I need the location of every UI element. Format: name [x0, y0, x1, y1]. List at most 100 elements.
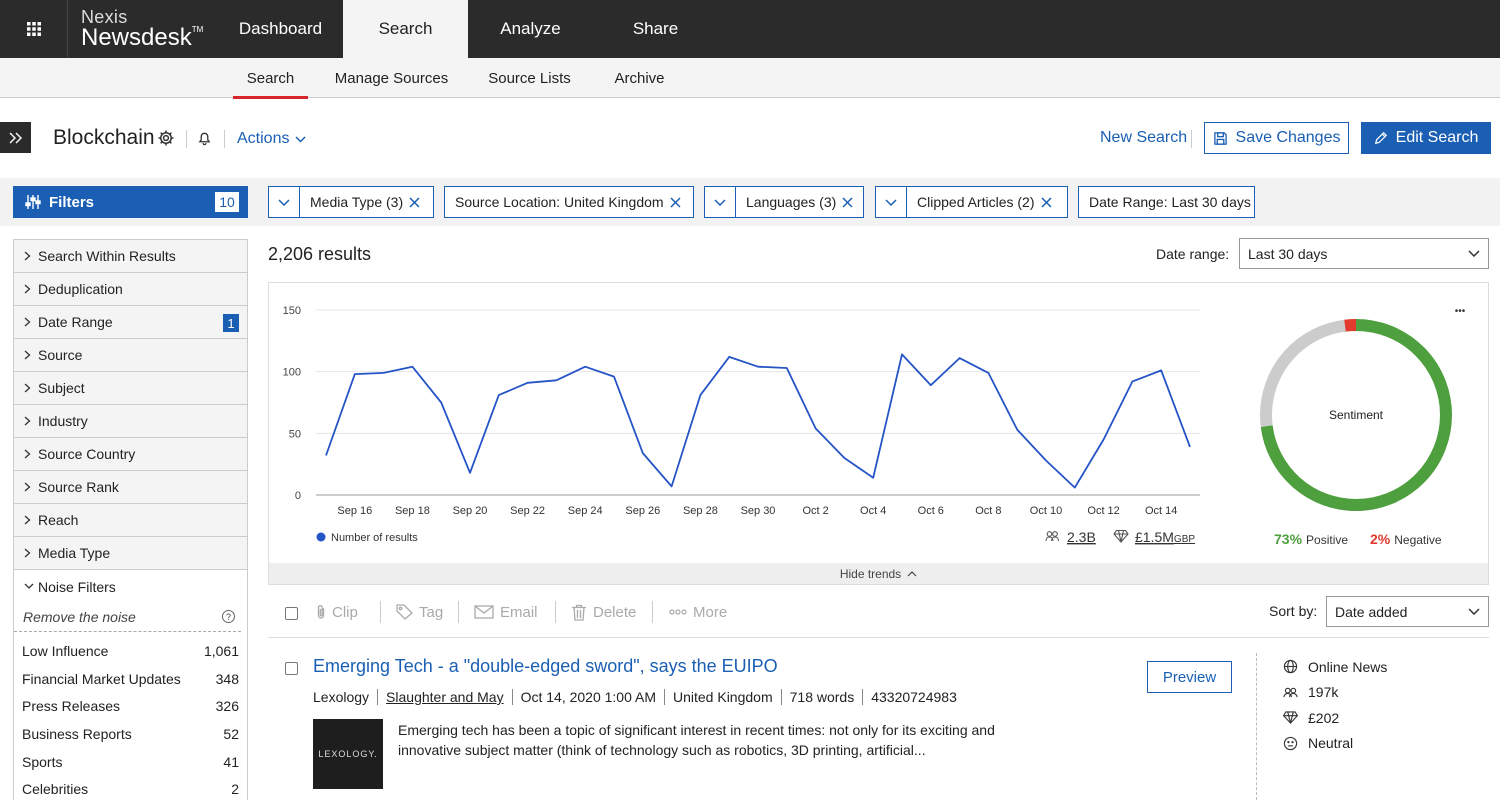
- sub-nav-source-lists[interactable]: Source Lists: [478, 58, 581, 98]
- filter-chip-media-type-3[interactable]: Media Type (3): [268, 186, 434, 218]
- chevron-down-icon: [295, 135, 306, 143]
- facet-subject[interactable]: Subject: [14, 372, 247, 405]
- article-meta-item: Lexology: [313, 689, 370, 705]
- positive-word: Positive: [1306, 533, 1348, 547]
- preview-button[interactable]: Preview: [1147, 661, 1232, 693]
- chevron-down-icon: [714, 198, 726, 206]
- gear-icon[interactable]: [157, 129, 175, 152]
- select-all-checkbox[interactable]: [285, 607, 298, 620]
- expand-sidebar-button[interactable]: [0, 122, 31, 153]
- value-total[interactable]: £1.5MGBP: [1135, 529, 1195, 545]
- filter-chip-languages-3[interactable]: Languages (3): [704, 186, 864, 218]
- top-nav: Dashboard Search Analyze Share: [218, 0, 718, 58]
- article-meta-item[interactable]: Slaughter and May: [377, 689, 512, 705]
- chevron-down-icon: [1468, 608, 1480, 615]
- chip-dropdown-toggle[interactable]: [876, 187, 907, 217]
- chevron-down-icon: [24, 583, 38, 590]
- chevron-right-icon: [24, 251, 38, 261]
- filter-chip-date-range-last-30-days[interactable]: Date Range: Last 30 days: [1078, 186, 1255, 218]
- article-checkbox[interactable]: [285, 662, 298, 675]
- sub-nav-search[interactable]: Search: [233, 58, 308, 99]
- nexis-newsdesk-logo[interactable]: Nexis NewsdeskTM: [68, 0, 218, 58]
- bell-icon[interactable]: [197, 130, 212, 151]
- noise-filter-label: Low Influence: [22, 642, 109, 659]
- series-line[interactable]: [325, 353, 1191, 489]
- close-icon[interactable]: [409, 196, 428, 208]
- facet-source-rank[interactable]: Source Rank: [14, 471, 247, 504]
- more-menu-icon[interactable]: •••: [1455, 306, 1466, 317]
- search-header: Blockchain Actions New Search Save Chang…: [0, 98, 1500, 178]
- noise-filter-business-reports[interactable]: Business Reports 52: [14, 720, 247, 748]
- positive-pct: 73% Positive: [1274, 531, 1348, 547]
- noise-filter-count: 326: [215, 698, 239, 715]
- chevron-down-icon: [1468, 250, 1480, 257]
- top-nav-search[interactable]: Search: [343, 0, 468, 58]
- sub-nav-manage-sources[interactable]: Manage Sources: [325, 58, 458, 98]
- facet-date-range[interactable]: Date Range 1: [14, 306, 247, 339]
- more-action[interactable]: More: [669, 601, 727, 623]
- facet-deduplication[interactable]: Deduplication: [14, 273, 247, 306]
- close-icon[interactable]: [670, 196, 689, 208]
- date-range-select[interactable]: Last 30 days: [1239, 238, 1489, 269]
- actions-dropdown[interactable]: Actions: [237, 130, 306, 148]
- facet-reach[interactable]: Reach: [14, 504, 247, 537]
- article-meta-item: 718 words: [780, 689, 863, 705]
- facet-noise-filters[interactable]: Noise Filters: [14, 570, 247, 603]
- facet-source-country[interactable]: Source Country: [14, 438, 247, 471]
- sort-select[interactable]: Date added: [1326, 596, 1489, 627]
- noise-filter-low-influence[interactable]: Low Influence 1,061: [14, 637, 247, 665]
- filters-button[interactable]: Filters 10: [13, 186, 248, 218]
- x-tick-label: Sep 16: [337, 505, 372, 517]
- chevron-right-icon: [24, 449, 38, 459]
- chip-label: Date Range: Last 30 days: [1089, 194, 1251, 210]
- close-icon[interactable]: [842, 196, 861, 208]
- action-label: More: [693, 603, 728, 621]
- noise-filter-label: Financial Market Updates: [22, 670, 181, 687]
- article-meta-item: 43320724983: [862, 689, 965, 705]
- new-search-link[interactable]: New Search: [1100, 129, 1187, 147]
- facet-label: Media Type: [38, 545, 111, 561]
- top-nav-analyze[interactable]: Analyze: [468, 0, 593, 58]
- noise-filter-financial-market-updates[interactable]: Financial Market Updates 348: [14, 665, 247, 693]
- article-thumbnail[interactable]: LEXOLOGY.: [313, 719, 383, 789]
- save-changes-button[interactable]: Save Changes: [1204, 122, 1349, 154]
- close-icon[interactable]: [1040, 196, 1060, 208]
- facet-search-within-results[interactable]: Search Within Results: [14, 240, 247, 273]
- chip-dropdown-toggle[interactable]: [705, 187, 736, 217]
- noise-filter-sports[interactable]: Sports 41: [14, 748, 247, 776]
- email-action[interactable]: Email: [474, 601, 538, 623]
- filter-chip-source-location-united-kingdom[interactable]: Source Location: United Kingdom: [444, 186, 694, 218]
- help-icon[interactable]: ?: [222, 610, 235, 623]
- facet-industry[interactable]: Industry: [14, 405, 247, 438]
- noise-filter-celebrities[interactable]: Celebrities 2: [14, 775, 247, 800]
- filter-chip-clipped-articles-2[interactable]: Clipped Articles (2): [875, 186, 1068, 218]
- sub-nav-archive[interactable]: Archive: [600, 58, 679, 98]
- article-title[interactable]: Emerging Tech - a "double-edged sword", …: [313, 656, 778, 677]
- toolbar-divider: [380, 601, 381, 623]
- audience-icon: [1283, 687, 1298, 697]
- noise-filter-count: 1,061: [203, 642, 239, 659]
- delete-action[interactable]: Delete: [571, 601, 636, 623]
- sentiment-row: Neutral: [1283, 731, 1387, 757]
- top-nav-dashboard[interactable]: Dashboard: [218, 0, 343, 58]
- tag-action[interactable]: Tag: [396, 601, 443, 623]
- article-meta-item: Oct 14, 2020 1:00 AM: [511, 689, 664, 705]
- noise-filter-press-releases[interactable]: Press Releases 326: [14, 692, 247, 720]
- negative-pct: 2% Negative: [1370, 531, 1442, 547]
- header-divider: [186, 130, 187, 148]
- facet-label: Date Range: [38, 314, 113, 330]
- noise-filter-label: Sports: [22, 753, 63, 770]
- hide-trends-toggle[interactable]: Hide trends: [269, 563, 1488, 584]
- facet-label: Noise Filters: [38, 578, 116, 595]
- facet-source[interactable]: Source: [14, 339, 247, 372]
- top-nav-share[interactable]: Share: [593, 0, 718, 58]
- reach-total[interactable]: 2.3B: [1067, 529, 1096, 545]
- clip-action[interactable]: Clip: [316, 601, 358, 623]
- tag-icon: [396, 604, 413, 620]
- edit-search-button[interactable]: Edit Search: [1361, 122, 1491, 154]
- y-tick-label: 150: [283, 305, 301, 317]
- noise-filter-count: 41: [223, 753, 239, 770]
- facet-media-type[interactable]: Media Type: [14, 537, 247, 570]
- chip-dropdown-toggle[interactable]: [269, 187, 300, 217]
- apps-grid-icon[interactable]: [0, 0, 68, 58]
